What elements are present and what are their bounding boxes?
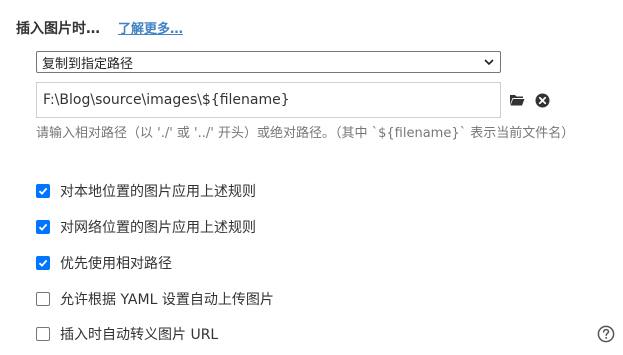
checkbox-checked[interactable]: [36, 220, 50, 234]
checkbox-checked[interactable]: [36, 184, 50, 198]
option-escape-image-url[interactable]: 插入时自动转义图片 URL: [36, 324, 218, 344]
option-local-images[interactable]: 对本地位置的图片应用上述规则: [36, 181, 256, 201]
option-label: 允许根据 YAML 设置自动上传图片: [60, 292, 274, 308]
image-insert-header: 插入图片时… 了解更多…: [16, 18, 183, 38]
option-label: 插入时自动转义图片 URL: [60, 327, 219, 343]
option-label: 对本地位置的图片应用上述规则: [60, 184, 256, 200]
image-path-input[interactable]: [36, 82, 501, 118]
option-yaml-auto-upload[interactable]: 允许根据 YAML 设置自动上传图片: [36, 289, 274, 309]
chevron-down-icon: [484, 59, 494, 66]
help-button[interactable]: [597, 325, 615, 343]
checkmark-icon: [38, 187, 48, 195]
option-label: 优先使用相对路径: [60, 256, 172, 272]
folder-icon: [510, 95, 525, 106]
checkbox-unchecked[interactable]: [36, 327, 50, 341]
option-label: 对网络位置的图片应用上述规则: [60, 220, 256, 236]
option-network-images[interactable]: 对网络位置的图片应用上述规则: [36, 217, 256, 237]
checkmark-icon: [38, 259, 48, 267]
learn-more-link[interactable]: 了解更多…: [118, 18, 183, 37]
checkmark-icon: [38, 223, 48, 231]
checkbox-checked[interactable]: [36, 256, 50, 270]
section-title: 插入图片时…: [16, 21, 100, 37]
browse-folder-button[interactable]: [508, 91, 526, 109]
checkbox-unchecked[interactable]: [36, 292, 50, 306]
image-action-select[interactable]: 复制到指定路径: [36, 51, 501, 73]
close-circle-icon: [535, 93, 549, 107]
path-hint-text: 请输入相对路径（以 './' 或 '../' 开头）或绝对路径。（其中 `${f…: [36, 126, 575, 141]
option-prefer-relative-path[interactable]: 优先使用相对路径: [36, 253, 172, 273]
help-circle-icon: [597, 325, 615, 343]
image-action-select-value: 复制到指定路径: [42, 56, 134, 72]
clear-path-button[interactable]: [533, 91, 551, 109]
